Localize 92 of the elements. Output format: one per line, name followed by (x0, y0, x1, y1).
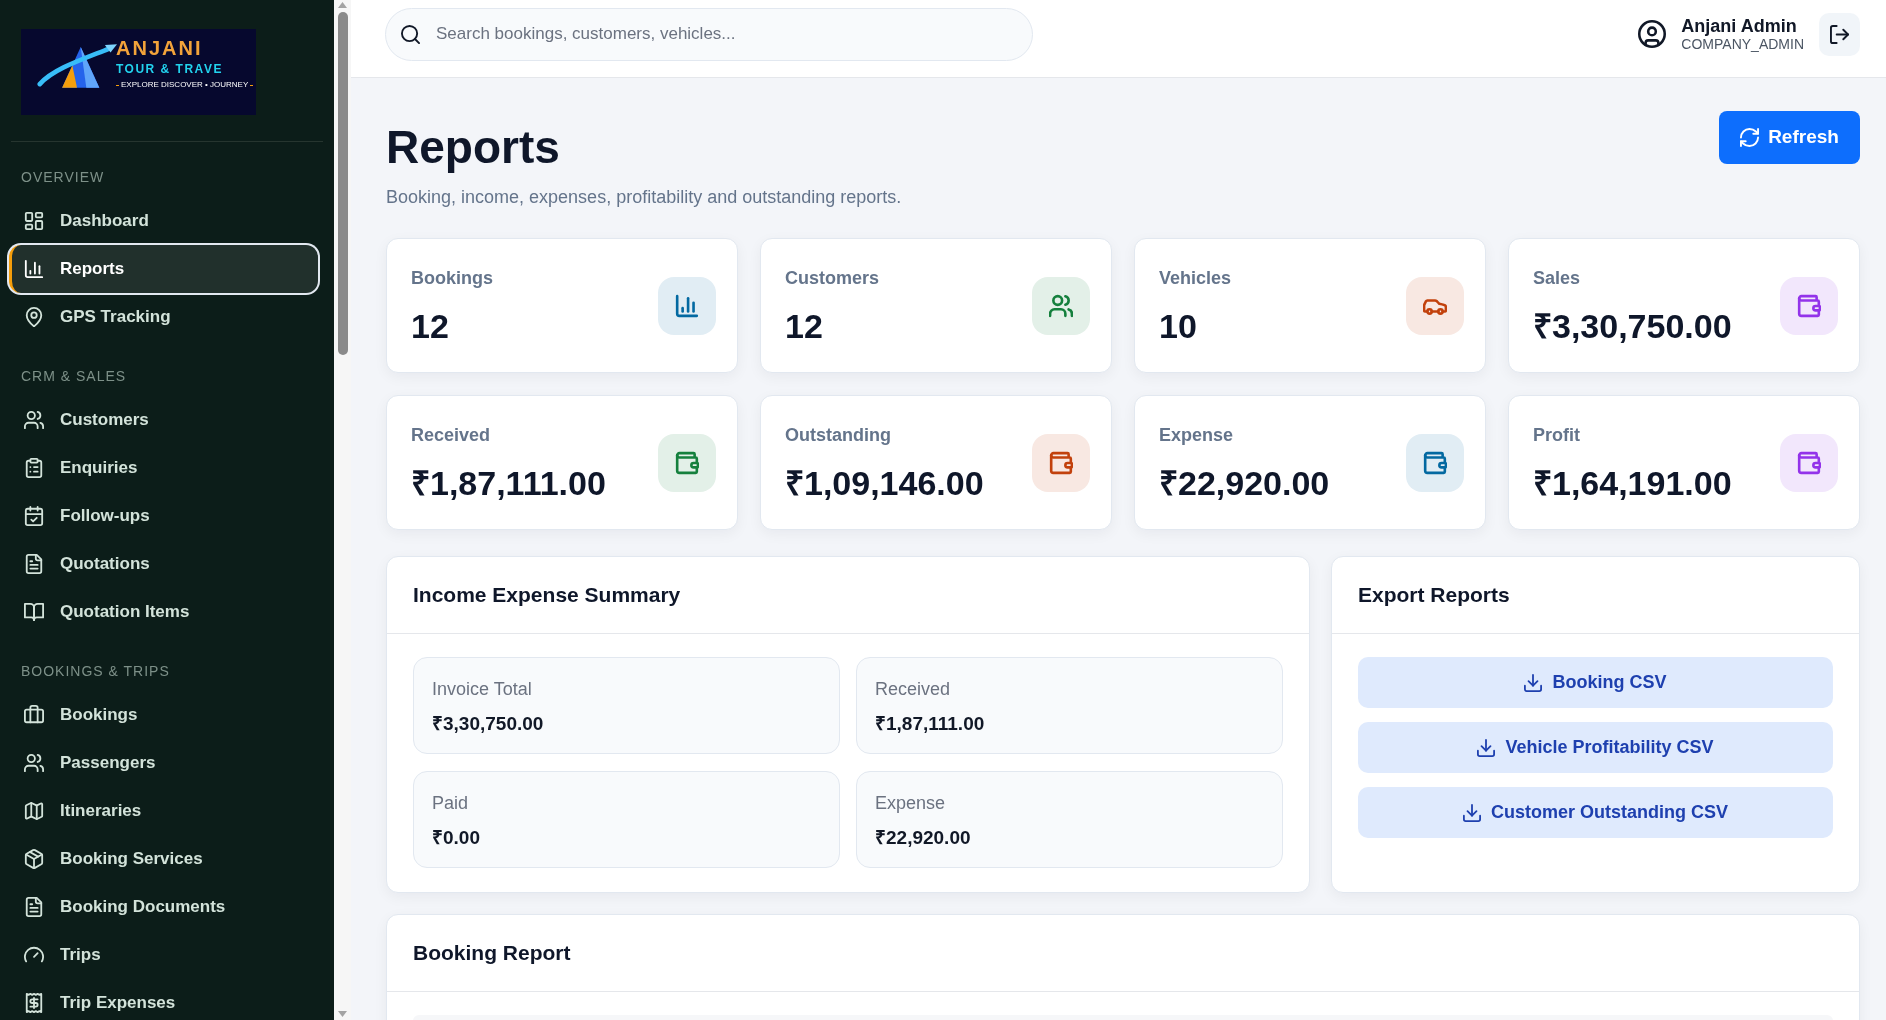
stat-label: Expense (1159, 423, 1235, 447)
stat-value: ₹1,09,146.00 (785, 462, 984, 503)
sidebar-item[interactable]: Booking Services (9, 835, 318, 883)
scrollbar[interactable] (334, 0, 351, 1020)
sidebar-item[interactable]: Trip Expenses (9, 979, 318, 1020)
gauge-icon (24, 945, 44, 965)
sidebar-item[interactable]: Trips (9, 931, 318, 979)
scroll-up-arrow-icon[interactable] (338, 2, 347, 8)
nav-section-label: BOOKINGS & TRIPS (20, 662, 171, 681)
panel-title: Booking Report (413, 940, 571, 967)
wallet-icon (658, 433, 716, 492)
user-role: COMPANY_ADMIN (1681, 36, 1804, 52)
sidebar-item[interactable]: Customers (9, 396, 318, 444)
folded-map-icon (24, 801, 44, 821)
stat-label: Bookings (411, 266, 493, 290)
page-subtitle: Booking, income, expenses, profitability and outstanding reports. (386, 186, 902, 209)
dashboard-grid-icon (24, 211, 44, 231)
bar-chart-icon (24, 259, 44, 279)
refresh-button[interactable]: Refresh (1719, 111, 1860, 164)
document-icon (24, 554, 44, 574)
summary-label: Expense (875, 792, 947, 815)
calendar-check-icon (24, 506, 44, 526)
package-icon (24, 849, 44, 869)
bar-chart-icon (658, 276, 716, 335)
user-name: Anjani Admin (1681, 16, 1798, 36)
sidebar-item[interactable]: Quotations (9, 540, 318, 588)
stat-label: Customers (785, 266, 880, 290)
logo-tagline: EXPLORE DISCOVER • JOURNEY (121, 80, 249, 90)
sidebar-item[interactable]: Bookings (9, 691, 318, 739)
sidebar-item[interactable]: Reports (9, 245, 318, 293)
stat-value: 10 (1159, 305, 1198, 346)
summary-label: Received (875, 678, 952, 701)
stat-value: ₹22,920.00 (1159, 462, 1330, 503)
search-icon (401, 24, 420, 44)
stat-value: ₹3,30,750.00 (1533, 305, 1732, 346)
car-icon (1406, 276, 1464, 335)
stat-value: ₹1,64,191.00 (1533, 462, 1732, 503)
stat-value: ₹1,87,111.00 (411, 462, 606, 503)
users-icon (1032, 276, 1090, 335)
map-pin-icon (24, 307, 44, 327)
export-csv-button[interactable]: Booking CSV (1358, 657, 1833, 708)
download-icon (1477, 738, 1496, 757)
stat-value: 12 (785, 305, 824, 346)
logout-button[interactable] (1819, 12, 1860, 56)
stat-label: Received (411, 423, 492, 447)
nav-section-label: CRM & SALES (20, 367, 128, 386)
sidebar-item[interactable]: Follow-ups (9, 492, 318, 540)
download-icon (1463, 803, 1481, 822)
sidebar-item[interactable]: Booking Documents (9, 883, 318, 931)
sidebar-item[interactable]: Quotation Items (9, 588, 318, 636)
sidebar-item[interactable]: GPS Tracking (9, 293, 318, 341)
page-title: Reports (386, 120, 561, 175)
refresh-icon (1740, 128, 1760, 147)
summary-value: ₹0.00 (432, 826, 481, 850)
summary-value: ₹1,87,111.00 (875, 712, 986, 736)
sidebar-item[interactable]: Dashboard (9, 197, 318, 245)
stat-value: 12 (411, 305, 450, 346)
document-icon (24, 897, 44, 917)
stat-label: Vehicles (1159, 266, 1232, 290)
stat-label: Outstanding (785, 423, 892, 447)
summary-label: Paid (432, 792, 470, 815)
summary-value: ₹22,920.00 (875, 826, 972, 850)
logo-subtitle: TOUR & TRAVE (116, 62, 224, 76)
sidebar-item[interactable]: Passengers (9, 739, 318, 787)
wallet-icon (1406, 433, 1464, 492)
stat-label: Profit (1533, 423, 1581, 447)
summary-value: ₹3,30,750.00 (432, 712, 545, 736)
logo-title: ANJANI (116, 37, 204, 59)
panel-title: Income Expense Summary (413, 582, 681, 609)
download-icon (1524, 673, 1543, 692)
wallet-icon (1780, 276, 1838, 335)
stat-label: Sales (1533, 266, 1582, 290)
user-avatar-icon[interactable] (1638, 20, 1667, 48)
summary-label: Invoice Total (432, 678, 533, 701)
export-csv-button[interactable]: Vehicle Profitability CSV (1358, 722, 1833, 773)
panel-title: Export Reports (1358, 582, 1510, 609)
search-field[interactable]: Search bookings, customers, vehicles... (385, 7, 1033, 61)
export-csv-button[interactable]: Customer Outstanding CSV (1358, 787, 1833, 838)
scroll-down-arrow-icon[interactable] (338, 1011, 347, 1017)
users-icon (24, 410, 44, 430)
briefcase-icon (24, 705, 44, 725)
open-book-icon (24, 602, 44, 622)
wallet-icon (1780, 433, 1838, 492)
nav-section-label: OVERVIEW (20, 168, 106, 187)
sidebar-item[interactable]: Itineraries (9, 787, 318, 835)
users-icon (24, 753, 44, 773)
receipt-icon (24, 993, 44, 1013)
clipboard-list-icon (24, 458, 44, 478)
sidebar-item[interactable]: Enquiries (9, 444, 318, 492)
wallet-icon (1032, 433, 1090, 492)
logout-icon (1830, 24, 1849, 44)
scrollbar-thumb[interactable] (337, 12, 348, 355)
